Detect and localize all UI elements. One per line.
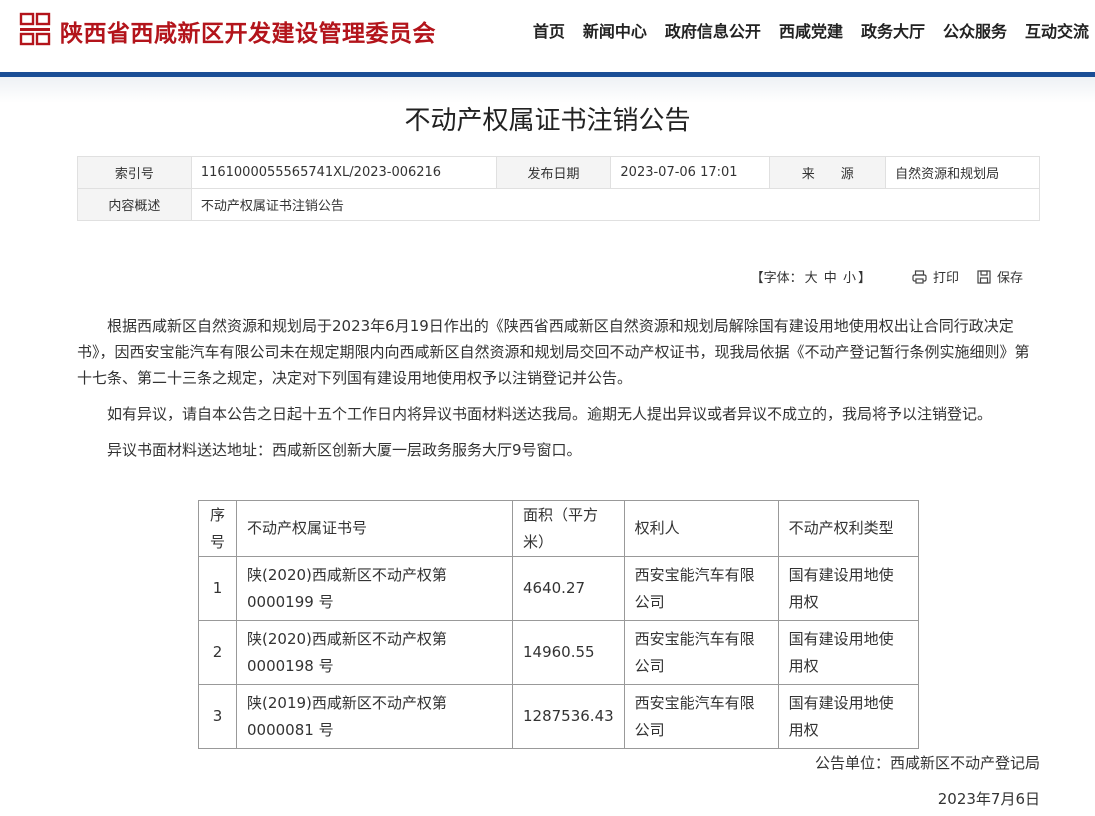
nav-news[interactable]: 新闻中心 [583, 18, 647, 42]
issue-date: 2023年7月6日 [937, 790, 1040, 808]
header-right-type: 不动产权利类型 [777, 500, 919, 557]
cell-cert-no: 陕(2020)西咸新区不动产权第0000199 号 [236, 556, 513, 621]
nav-interaction[interactable]: 互动交流 [1025, 18, 1089, 42]
table-row: 2 陕(2020)西咸新区不动产权第0000198 号 14960.55 西安宝… [198, 620, 919, 685]
header-cert-no: 不动产权属证书号 [236, 500, 513, 557]
article-meta-table: 索引号 1161000055565741XL/2023-006216 发布日期 … [77, 156, 1041, 221]
cell-cert-no: 陕(2019)西咸新区不动产权第0000081 号 [236, 684, 513, 749]
cell-owner: 西安宝能汽车有限公司 [623, 684, 779, 749]
paragraph-decision: 根据西咸新区自然资源和规划局于2023年6月19日作出的《陕西省西咸新区自然资源… [77, 317, 1030, 387]
print-button[interactable]: 打印 [912, 267, 959, 286]
paragraph-objection: 如有异议，请自本公告之日起十五个工作日内将异议书面材料送达我局。逾期无人提出异议… [107, 405, 993, 423]
nav-party[interactable]: 西咸党建 [779, 18, 843, 42]
certificate-table: 序号 不动产权属证书号 面积（平方米） 权利人 不动产权利类型 1 陕(2020… [198, 500, 919, 749]
header-area: 面积（平方米） [512, 500, 625, 557]
cell-area: 1287536.43 [512, 684, 625, 749]
meta-date-value: 2023-07-06 17:01 [610, 156, 771, 189]
issuing-unit: 公告单位：西咸新区不动产登记局 [814, 754, 1040, 772]
cell-seq: 3 [198, 684, 237, 749]
meta-index-label: 索引号 [77, 156, 192, 189]
font-size-switcher: 【字体：大 中 小】 [750, 267, 872, 286]
article-body: 根据西咸新区自然资源和规划局于2023年6月19日作出的《陕西省西咸新区自然资源… [77, 313, 1040, 473]
font-medium-button[interactable]: 中 [824, 271, 837, 286]
table-row: 3 陕(2019)西咸新区不动产权第0000081 号 1287536.43 西… [198, 684, 919, 749]
site-logo-icon[interactable] [18, 12, 52, 46]
cell-right-type: 国有建设用地使用权 [777, 620, 919, 685]
paragraph-address: 异议书面材料送达地址：西咸新区创新大厦一层政务服务大厅9号窗口。 [107, 441, 582, 459]
nav-home[interactable]: 首页 [533, 18, 565, 42]
save-button[interactable]: 保存 [977, 267, 1023, 286]
main-nav: 首页 新闻中心 政府信息公开 西咸党建 政务大厅 公众服务 互动交流 [515, 18, 1089, 42]
font-small-button[interactable]: 小 [843, 271, 856, 286]
article-tools: 【字体：大 中 小】 打印 保存 [750, 267, 1023, 286]
site-title[interactable]: 陕西省西咸新区开发建设管理委员会 [60, 14, 436, 48]
cell-right-type: 国有建设用地使用权 [777, 684, 919, 749]
nav-public-service[interactable]: 公众服务 [943, 18, 1007, 42]
cell-area: 4640.27 [512, 556, 625, 621]
cell-cert-no: 陕(2020)西咸新区不动产权第0000198 号 [236, 620, 513, 685]
cell-area: 14960.55 [512, 620, 625, 685]
save-label: 保存 [996, 271, 1023, 286]
print-label: 打印 [932, 271, 959, 286]
save-icon [977, 269, 991, 284]
table-row: 1 陕(2020)西咸新区不动产权第0000199 号 4640.27 西安宝能… [198, 556, 919, 621]
header-seq: 序号 [198, 500, 237, 557]
meta-source-label: 来 源 [769, 156, 887, 189]
cell-owner: 西安宝能汽车有限公司 [623, 556, 779, 621]
cell-right-type: 国有建设用地使用权 [777, 556, 919, 621]
nav-service-hall[interactable]: 政务大厅 [861, 18, 925, 42]
meta-index-value: 1161000055565741XL/2023-006216 [190, 156, 497, 189]
font-size-end: 】 [857, 271, 871, 286]
meta-summary-label: 内容概述 [77, 188, 192, 221]
cell-seq: 1 [198, 556, 237, 621]
meta-summary-value: 不动产权属证书注销公告 [190, 188, 1041, 221]
font-large-button[interactable]: 大 [805, 271, 818, 286]
cell-owner: 西安宝能汽车有限公司 [623, 620, 779, 685]
meta-source-value: 自然资源和规划局 [885, 156, 1040, 189]
article-title: 不动产权属证书注销公告 [404, 106, 691, 136]
meta-date-label: 发布日期 [495, 156, 612, 189]
printer-icon [912, 269, 927, 284]
site-header: 陕西省西咸新区开发建设管理委员会 首页 新闻中心 政府信息公开 西咸党建 政务大… [0, 0, 1095, 72]
table-header-row: 序号 不动产权属证书号 面积（平方米） 权利人 不动产权利类型 [198, 500, 919, 557]
cell-seq: 2 [198, 620, 237, 685]
font-size-label: 【字体： [750, 271, 803, 286]
header-owner: 权利人 [623, 500, 779, 557]
nav-gov-info[interactable]: 政府信息公开 [665, 18, 761, 42]
